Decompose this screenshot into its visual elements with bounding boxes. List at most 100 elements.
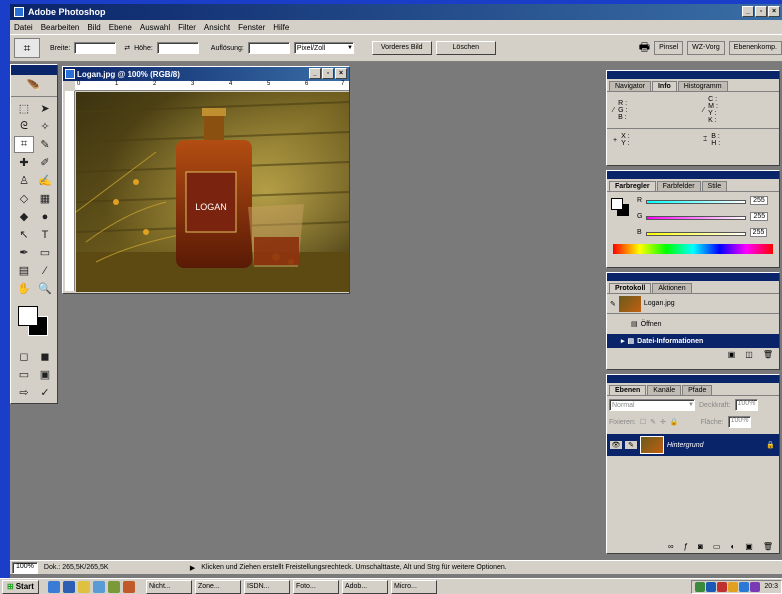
foreground-color[interactable] (18, 306, 38, 326)
eyedropper-icon[interactable]: ⁄ (35, 262, 55, 279)
path-select-icon[interactable]: ↖ (14, 226, 34, 243)
tab-kanaele[interactable]: Kanäle (647, 385, 682, 395)
clock[interactable]: 20:3 (764, 583, 778, 590)
feather-icon[interactable]: 🪶 (11, 75, 57, 97)
menu-fenster[interactable]: Fenster (238, 23, 265, 32)
quicklaunch-mail-icon[interactable] (92, 580, 105, 593)
tray-misc-icon[interactable] (750, 581, 761, 592)
quicklaunch-app-icon[interactable] (107, 580, 120, 593)
menu-ansicht[interactable]: Ansicht (204, 23, 230, 32)
breite-input[interactable] (74, 42, 117, 54)
tab-farbfelder[interactable]: Farbfelder (656, 181, 701, 191)
menu-filter[interactable]: Filter (178, 23, 196, 32)
new-snapshot-icon[interactable]: ▣ (728, 350, 736, 359)
menu-hilfe[interactable]: Hilfe (273, 23, 289, 32)
history-brush-icon[interactable]: ✍ (35, 172, 55, 189)
maximize-button[interactable]: ▫ (755, 6, 767, 17)
crop-tool-preset[interactable]: ⌗ (14, 38, 40, 58)
brush-tool-icon[interactable]: ✐ (35, 154, 55, 171)
layer-mask-icon[interactable]: ◙ (698, 542, 703, 551)
color-ramp[interactable] (613, 244, 773, 254)
panel-foreground-color[interactable] (611, 198, 623, 210)
doc-close-button[interactable]: × (335, 68, 347, 79)
hand-tool-icon[interactable]: ✋ (14, 280, 34, 297)
swap-icon[interactable]: ⇄ (124, 44, 130, 52)
palette-tab-pinsel[interactable]: Pinsel (654, 41, 684, 55)
tab-aktionen[interactable]: Aktionen (652, 283, 692, 293)
magic-wand-icon[interactable]: ✧ (35, 118, 55, 135)
clear-button[interactable]: Löschen (435, 41, 496, 55)
quickmask-mode-icon[interactable]: ◼ (35, 348, 55, 365)
tab-ebenen[interactable]: Ebenen (609, 385, 647, 395)
tab-info[interactable]: Info (651, 81, 677, 91)
blur-tool-icon[interactable]: ◆ (14, 208, 34, 225)
palette-tab-wz-vorg[interactable]: WZ-Vorg (687, 41, 725, 55)
trash-icon[interactable]: 🗑 (763, 542, 773, 551)
shape-tool-icon[interactable]: ▭ (35, 244, 55, 261)
tab-stile[interactable]: Stile (701, 181, 728, 191)
fullscreen-mode-icon[interactable]: ▣ (35, 366, 55, 383)
lock-transparency-icon[interactable]: ☐ (640, 418, 646, 426)
tray-update-icon[interactable] (728, 581, 739, 592)
imageready-icon[interactable]: ⇨ (14, 384, 34, 401)
eye-icon[interactable]: 👁 (610, 441, 622, 449)
panel-header[interactable] (607, 375, 779, 383)
menu-ebene[interactable]: Ebene (109, 23, 132, 32)
panel-header[interactable] (607, 71, 779, 79)
link-layers-icon[interactable]: ∞ (668, 542, 674, 551)
trash-icon[interactable]: 🗑 (763, 350, 773, 359)
dodge-tool-icon[interactable]: ● (35, 208, 55, 225)
tab-histogramm[interactable]: Histogramm (677, 81, 728, 91)
check-icon[interactable]: ✓ (35, 384, 55, 401)
type-tool-icon[interactable]: T (35, 226, 55, 243)
zoom-field[interactable]: 100% (12, 561, 38, 574)
quicklaunch-media-icon[interactable] (122, 580, 135, 593)
minimize-button[interactable]: _ (742, 6, 754, 17)
notes-tool-icon[interactable]: ▤ (14, 262, 34, 279)
doc-minimize-button[interactable]: _ (309, 68, 321, 79)
new-layer-icon[interactable]: ▣ (745, 542, 753, 551)
history-item-selected[interactable]: ▸ ▤ Datei-Informationen (607, 334, 779, 348)
zoom-tool-icon[interactable]: 🔍 (35, 280, 55, 297)
layer-row-hintergrund[interactable]: 👁 ✎ Hintergrund 🔒 (607, 434, 779, 456)
history-snapshot[interactable]: ✎ Logan.jpg (607, 294, 779, 314)
gradient-tool-icon[interactable]: ▦ (35, 190, 55, 207)
menu-auswahl[interactable]: Auswahl (140, 23, 170, 32)
unit-select[interactable]: Pixel/Zoll ▼ (293, 42, 354, 54)
adjustment-layer-icon[interactable]: ◐ (730, 542, 735, 551)
tab-farbregler[interactable]: Farbregler (609, 181, 656, 191)
taskbar-item[interactable]: Foto... (292, 579, 339, 594)
menu-bild[interactable]: Bild (87, 23, 100, 32)
lock-brush-icon[interactable]: ✎ (650, 418, 656, 426)
slider-g[interactable] (646, 216, 747, 220)
close-button[interactable]: × (768, 6, 780, 17)
status-arrow-icon[interactable]: ▶ (190, 564, 195, 572)
lock-all-icon[interactable]: 🔒 (670, 418, 679, 426)
opacity-input[interactable]: 100% (734, 399, 759, 411)
slider-b[interactable] (645, 232, 746, 236)
new-document-icon[interactable]: ◫ (745, 350, 753, 359)
menu-datei[interactable]: Datei (14, 23, 33, 32)
aufloesung-input[interactable] (247, 42, 290, 54)
palette-tab-ebenenkomp[interactable]: Ebenenkomp. (728, 41, 782, 55)
screen-mode-icon[interactable]: ▭ (14, 366, 34, 383)
tab-pfade[interactable]: Pfade (682, 385, 713, 395)
healing-brush-icon[interactable]: ✚ (14, 154, 34, 171)
image-canvas[interactable]: LOGAN (76, 92, 349, 292)
taskbar-item[interactable]: Zone... (194, 579, 241, 594)
quicklaunch-folder-icon[interactable] (77, 580, 90, 593)
marquee-tool-icon[interactable]: ⬚ (14, 100, 34, 117)
value-b[interactable]: 255 (749, 228, 768, 237)
taskbar-item[interactable]: Nicht... (145, 579, 192, 594)
stamp-tool-icon[interactable]: ♙ (14, 172, 34, 189)
new-group-icon[interactable]: ▭ (713, 542, 721, 551)
lasso-tool-icon[interactable]: ᘓ (14, 118, 34, 135)
eraser-tool-icon[interactable]: ◇ (14, 190, 34, 207)
layer-style-icon[interactable]: ƒ (684, 542, 688, 551)
value-r[interactable]: 255 (750, 196, 768, 205)
tab-navigator[interactable]: Navigator (609, 81, 651, 91)
value-g[interactable]: 255 (750, 212, 769, 221)
pen-tool-icon[interactable]: ✒ (14, 244, 34, 261)
history-item[interactable]: ▤ Öffnen (607, 314, 779, 334)
document-title-bar[interactable]: Logan.jpg @ 100% (RGB/8) _ ▫ × (63, 67, 349, 81)
